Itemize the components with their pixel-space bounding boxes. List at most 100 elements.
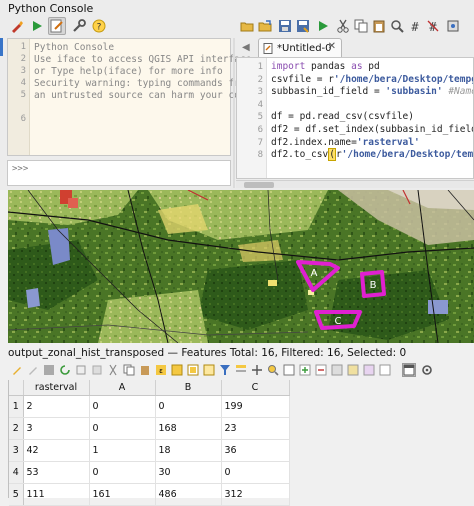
line-number: 2 bbox=[20, 54, 26, 64]
edit-fields-icon[interactable] bbox=[330, 363, 344, 377]
table-settings-icon[interactable] bbox=[420, 363, 434, 377]
close-icon[interactable]: ✕ bbox=[328, 41, 336, 52]
code-token: csvfile = r bbox=[271, 73, 334, 85]
paste-icon[interactable] bbox=[370, 17, 388, 35]
table-cell[interactable]: 0 bbox=[89, 461, 156, 484]
run-icon[interactable] bbox=[28, 17, 46, 35]
table-cell[interactable]: 199 bbox=[221, 395, 290, 418]
copy-features-icon[interactable] bbox=[122, 363, 136, 377]
table-cell[interactable]: 42 bbox=[23, 439, 90, 462]
options-icon[interactable] bbox=[70, 17, 88, 35]
row-number[interactable]: 1 bbox=[9, 395, 24, 418]
copy-icon[interactable] bbox=[352, 17, 370, 35]
column-header-rasterval[interactable]: rasterval bbox=[23, 380, 90, 396]
row-number[interactable]: 4 bbox=[9, 461, 24, 484]
field-calculator-icon[interactable] bbox=[346, 363, 360, 377]
attribute-table-title: output_zonal_hist_transposed — Features … bbox=[8, 347, 407, 359]
code-line[interactable]: df2.index.name='rasterval' bbox=[271, 137, 420, 148]
cut-icon[interactable] bbox=[334, 17, 352, 35]
console-input[interactable]: >>> bbox=[7, 160, 231, 186]
add-feature-icon[interactable] bbox=[74, 363, 88, 377]
corner-header[interactable] bbox=[9, 380, 24, 396]
table-row[interactable]: 3 42 1 18 36 bbox=[9, 439, 290, 462]
table-cell[interactable]: 168 bbox=[155, 417, 222, 440]
table-cell[interactable]: 3 bbox=[23, 417, 90, 440]
table-cell[interactable]: 36 bbox=[221, 439, 290, 462]
table-cell[interactable]: 0 bbox=[155, 395, 222, 418]
table-cell[interactable]: 2 bbox=[23, 395, 90, 418]
tab-untitled[interactable]: *Untitled-0 ✕ bbox=[258, 38, 342, 57]
code-line[interactable]: import pandas as pd bbox=[271, 61, 380, 72]
code-editor[interactable]: 12345678 import pandas as pd csvfile = r'… bbox=[236, 57, 474, 179]
table-cell[interactable]: 0 bbox=[89, 395, 156, 418]
paste-features-icon[interactable] bbox=[138, 363, 152, 377]
toggle-editing-icon[interactable] bbox=[10, 363, 24, 377]
code-line[interactable]: df2.to_csv(r'/home/bera/Desktop/tempgis/… bbox=[271, 148, 473, 162]
code-line[interactable]: subbasin_id_field = 'subbasin' #Name of … bbox=[271, 86, 473, 97]
expression-select-icon[interactable]: ε bbox=[154, 363, 168, 377]
row-number[interactable]: 2 bbox=[9, 417, 24, 440]
tab-scroll-left-icon[interactable]: ◀ bbox=[242, 42, 250, 53]
table-cell[interactable]: 312 bbox=[221, 483, 290, 506]
table-cell[interactable]: 23 bbox=[221, 417, 290, 440]
filter-icon[interactable] bbox=[218, 363, 232, 377]
table-cell[interactable]: 161 bbox=[89, 483, 156, 506]
table-cell[interactable]: 53 bbox=[23, 461, 90, 484]
map-canvas[interactable]: A B C bbox=[8, 190, 474, 343]
delete-field-icon[interactable] bbox=[314, 363, 328, 377]
cut-features-icon[interactable] bbox=[106, 363, 120, 377]
deselect-all-icon[interactable] bbox=[202, 363, 216, 377]
table-cell[interactable]: 0 bbox=[89, 417, 156, 440]
code-line[interactable]: df2 = df.set_index(subbasin_id_field).tr… bbox=[271, 124, 473, 135]
table-row[interactable]: 2 3 0 168 23 bbox=[9, 417, 290, 440]
delete-feature-icon[interactable] bbox=[90, 363, 104, 377]
actions-icon[interactable] bbox=[378, 363, 392, 377]
output-gutter: 1 2 3 4 5 6 bbox=[8, 39, 30, 155]
multi-edit-icon[interactable] bbox=[26, 363, 40, 377]
column-header-c[interactable]: C bbox=[221, 380, 290, 396]
column-header-b[interactable]: B bbox=[155, 380, 222, 396]
scrollbar-thumb[interactable] bbox=[244, 182, 274, 188]
object-inspector-icon[interactable] bbox=[444, 17, 462, 35]
reload-icon[interactable] bbox=[58, 363, 72, 377]
new-field-icon[interactable] bbox=[298, 363, 312, 377]
table-cell[interactable]: 486 bbox=[155, 483, 222, 506]
select-all-icon[interactable] bbox=[170, 363, 184, 377]
zoom-to-selection-icon[interactable] bbox=[266, 363, 280, 377]
table-cell[interactable]: 1 bbox=[89, 439, 156, 462]
find-icon[interactable] bbox=[388, 17, 406, 35]
dock-table-icon[interactable] bbox=[402, 363, 416, 377]
row-number[interactable]: 3 bbox=[9, 439, 24, 462]
move-selection-top-icon[interactable] bbox=[234, 363, 248, 377]
pan-to-selection-icon[interactable] bbox=[250, 363, 264, 377]
save-icon[interactable] bbox=[276, 17, 294, 35]
table-row[interactable]: 5 111 161 486 312 bbox=[9, 483, 290, 506]
code-line[interactable]: df = pd.read_csv(csvfile) bbox=[271, 111, 414, 122]
conditional-formatting-icon[interactable] bbox=[362, 363, 376, 377]
editor-horizontal-scrollbar[interactable] bbox=[236, 180, 474, 188]
uncomment-icon[interactable]: # bbox=[424, 17, 442, 35]
copy-cells-icon[interactable] bbox=[282, 363, 296, 377]
table-cell[interactable]: 18 bbox=[155, 439, 222, 462]
save-edits-icon[interactable] bbox=[42, 363, 56, 377]
landcover-raster: A B C bbox=[8, 190, 474, 343]
console-splitter[interactable] bbox=[233, 38, 235, 188]
table-cell[interactable]: 0 bbox=[221, 461, 290, 484]
column-header-a[interactable]: A bbox=[89, 380, 156, 396]
attribute-table[interactable]: rasterval A B C 1 2 0 0 199 2 3 0 168 23 bbox=[8, 380, 290, 506]
open-script-icon[interactable] bbox=[238, 17, 256, 35]
help-icon[interactable]: ? bbox=[90, 17, 108, 35]
invert-selection-icon[interactable] bbox=[186, 363, 200, 377]
run-script-icon[interactable] bbox=[314, 17, 332, 35]
table-cell[interactable]: 30 bbox=[155, 461, 222, 484]
table-row[interactable]: 1 2 0 0 199 bbox=[9, 395, 290, 418]
table-row[interactable]: 4 53 0 30 0 bbox=[9, 461, 290, 484]
show-editor-icon[interactable] bbox=[48, 17, 66, 35]
clear-console-icon[interactable] bbox=[8, 17, 26, 35]
code-line[interactable]: csvfile = r'/home/bera/Desktop/tempgis/o… bbox=[271, 73, 473, 85]
comment-icon[interactable]: # bbox=[406, 17, 424, 35]
save-as-icon[interactable] bbox=[294, 17, 312, 35]
open-external-icon[interactable] bbox=[256, 17, 274, 35]
table-cell[interactable]: 111 bbox=[23, 483, 90, 506]
row-number[interactable]: 5 bbox=[9, 483, 24, 506]
